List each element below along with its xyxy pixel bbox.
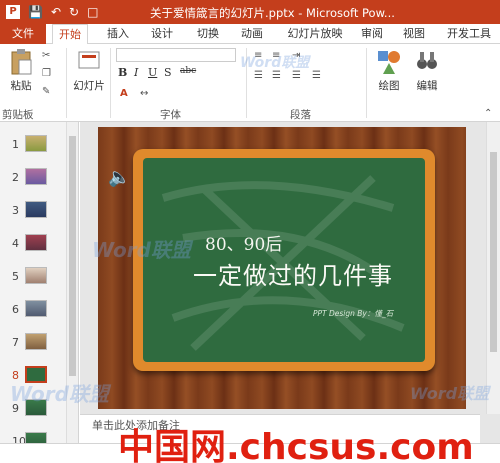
tab-file[interactable]: 文件 (0, 24, 46, 44)
undo-icon[interactable]: ↶ (51, 5, 61, 19)
new-slide-button[interactable]: 幻灯片 (72, 48, 106, 93)
watermark-logo: Word联盟 (410, 384, 490, 403)
binoculars-icon (417, 52, 437, 69)
slide-label: 幻灯片 (73, 80, 105, 92)
watermark-logo: Word联盟 (92, 238, 191, 262)
watermark-logo: Word联盟 (10, 382, 109, 406)
powerpoint-icon: P (6, 5, 20, 19)
thumbnail-image (25, 201, 47, 218)
watermark-site: 中国网.chcsus.com (118, 427, 474, 463)
tab-home[interactable]: 开始 (52, 24, 88, 45)
thumbnail-number: 7 (12, 336, 19, 349)
thumbnail-image (25, 135, 47, 152)
underline-button[interactable]: U (148, 66, 157, 79)
collapse-ribbon-icon[interactable]: ⌃ (484, 108, 492, 119)
thumbnail-image (25, 333, 47, 350)
ribbon-tabs: 文件 开始 插入 设计 切换 动画 幻灯片放映 审阅 视图 开发工具 (0, 24, 500, 45)
thumbnail-item[interactable]: 2 (0, 165, 66, 191)
group-label-clipboard: 剪贴板 (2, 109, 34, 121)
font-color-icon[interactable]: A (120, 88, 128, 99)
draw-label: 绘图 (378, 80, 400, 92)
watermark-logo: Word联盟 (240, 55, 310, 71)
thumbnail-number: 2 (12, 171, 19, 184)
save-icon[interactable]: 💾 (28, 5, 43, 19)
shapes-icon (378, 51, 400, 74)
redo-icon[interactable]: ↻ (69, 5, 79, 19)
thumbnail-image (25, 267, 47, 284)
thumbnail-number: 1 (12, 138, 19, 151)
slide-line-2: 一定做过的几件事 (193, 262, 393, 290)
thumbnail-number: 4 (12, 237, 19, 250)
tab-view[interactable]: 视图 (396, 24, 432, 44)
title-bar: P 💾 ↶ ↻ □ 关于爱情箴言的幻灯片.pptx - Microsoft Po… (0, 0, 500, 24)
group-label-font: 字体 (160, 109, 181, 121)
group-divider (366, 48, 367, 118)
paste-button[interactable]: 粘贴 (6, 48, 36, 93)
char-spacing-icon[interactable]: ↔ (140, 88, 148, 99)
thumbnail-number: 6 (12, 303, 19, 316)
thumbnail-item[interactable]: 7 (0, 330, 66, 356)
slide-line-1: 80、90后 (205, 235, 283, 255)
scrollbar-thumb[interactable] (490, 152, 497, 352)
tab-review[interactable]: 审阅 (354, 24, 390, 44)
group-label-paragraph: 段落 (290, 109, 311, 121)
thumbnails-scrollbar[interactable] (66, 122, 78, 463)
slide-thumbnails-pane: 1 2 3 4 5 6 7 8 9 10 (0, 122, 79, 463)
thumbnail-item[interactable]: 6 (0, 297, 66, 323)
tab-developer[interactable]: 开发工具 (440, 24, 498, 44)
thumbnail-item[interactable]: 4 (0, 231, 66, 257)
thumbnail-number: 5 (12, 270, 19, 283)
thumbnail-item[interactable]: 1 (0, 132, 66, 158)
audio-icon[interactable]: 🔈 (108, 167, 130, 188)
slide-edit-area: 🔈 80、90后 一定做过的几件事 PPT Design By：懂_石 单击此处… (80, 122, 500, 463)
format-painter-icon[interactable]: ✎ (42, 86, 50, 97)
group-divider (66, 48, 67, 118)
tab-slideshow[interactable]: 幻灯片放映 (282, 24, 348, 44)
scrollbar-thumb[interactable] (69, 136, 76, 376)
thumbnail-item[interactable]: 5 (0, 264, 66, 290)
strike-button[interactable]: abc (180, 66, 196, 76)
tab-insert[interactable]: 插入 (100, 24, 136, 44)
paste-label: 粘贴 (10, 80, 32, 92)
thumbnail-image (25, 168, 47, 185)
tab-animations[interactable]: 动画 (234, 24, 270, 44)
draw-button[interactable]: 绘图 (372, 48, 406, 93)
thumbnail-image (25, 234, 47, 251)
slide-icon (78, 51, 100, 69)
cut-icon[interactable]: ✂ (42, 50, 50, 61)
clipboard-icon (11, 49, 32, 75)
copy-icon[interactable]: ❐ (42, 68, 51, 79)
justify-icon[interactable]: ☰ (312, 70, 321, 81)
quick-access-toolbar: P 💾 ↶ ↻ □ (0, 5, 98, 19)
window-title: 关于爱情箴言的幻灯片.pptx - Microsoft Pow... (150, 6, 395, 20)
group-divider (110, 48, 111, 118)
font-name-box[interactable] (116, 48, 236, 62)
thumbnail-item[interactable]: 3 (0, 198, 66, 224)
thumbnail-number: 3 (12, 204, 19, 217)
tab-transitions[interactable]: 切换 (190, 24, 226, 44)
shadow-button[interactable]: S (164, 66, 172, 79)
edit-label: 编辑 (416, 80, 438, 92)
thumbnail-image (25, 300, 47, 317)
slide-scrollbar[interactable] (486, 122, 500, 414)
bold-button[interactable]: B (118, 66, 127, 79)
edit-button[interactable]: 编辑 (412, 48, 442, 93)
present-icon[interactable]: □ (87, 5, 98, 19)
slide-credit: PPT Design By：懂_石 (313, 309, 394, 318)
tab-design[interactable]: 设计 (144, 24, 180, 44)
italic-button[interactable]: I (134, 66, 138, 79)
slide-canvas[interactable]: 🔈 80、90后 一定做过的几件事 PPT Design By：懂_石 (98, 127, 466, 409)
